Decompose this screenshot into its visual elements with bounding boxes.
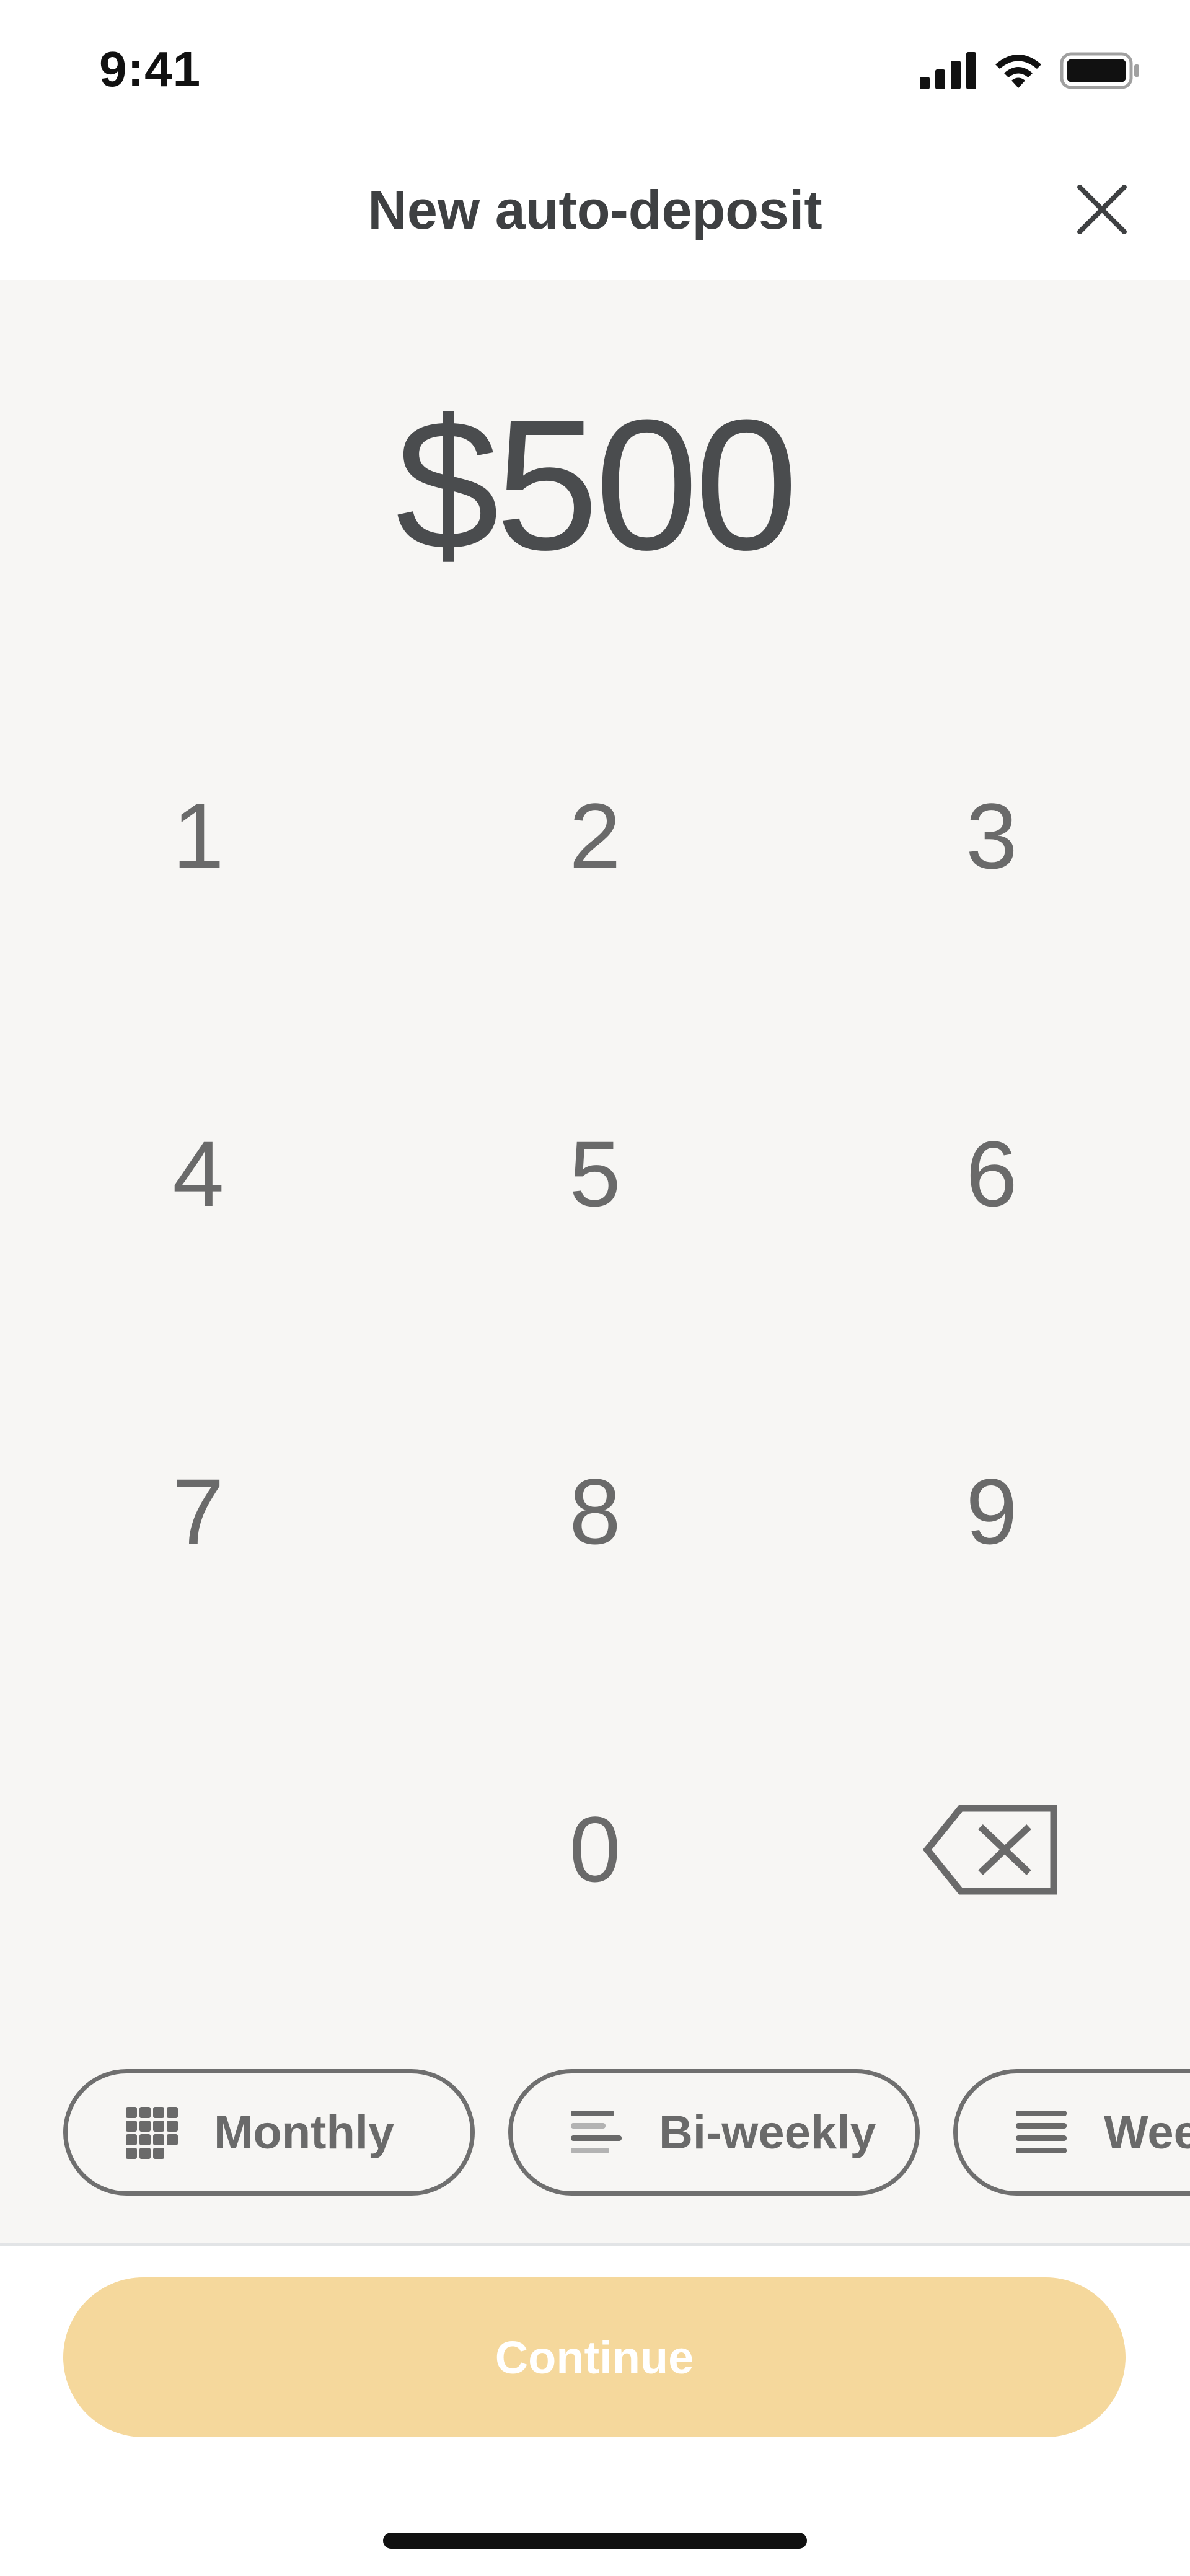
status-time: 9:41: [99, 42, 201, 97]
backspace-button[interactable]: [793, 1681, 1190, 2018]
key-4[interactable]: 4: [0, 1005, 397, 1343]
page-title: New auto-deposit: [368, 179, 822, 240]
chip-label: Bi-weekly: [659, 2106, 876, 2159]
key-5[interactable]: 5: [397, 1005, 793, 1343]
key-3[interactable]: 3: [793, 667, 1190, 1005]
key-7[interactable]: 7: [0, 1343, 397, 1681]
key-9[interactable]: 9: [793, 1343, 1190, 1681]
key-6[interactable]: 6: [793, 1005, 1190, 1343]
close-icon: [1077, 185, 1127, 234]
chip-weekly[interactable]: Weekly: [953, 2069, 1190, 2196]
chip-label: Monthly: [214, 2106, 395, 2159]
key-1[interactable]: 1: [0, 667, 397, 1005]
status-icons: [920, 52, 1140, 89]
close-button[interactable]: [1071, 178, 1133, 240]
amount-display: $500: [395, 380, 798, 589]
list-icon: [1016, 2111, 1067, 2153]
header: New auto-deposit: [0, 143, 1190, 280]
chip-label: Weekly: [1104, 2106, 1190, 2159]
grid-icon: [126, 2107, 178, 2159]
key-8[interactable]: 8: [397, 1343, 793, 1681]
wifi-icon: [995, 55, 1041, 88]
lines-icon: [571, 2111, 622, 2153]
chip-bi-weekly[interactable]: Bi-weekly: [508, 2069, 920, 2196]
backspace-icon: [923, 1805, 1057, 1894]
keypad-panel: $500 1 2 3 4 5 6 7 8 9 0 Monthly Bi-week…: [0, 280, 1190, 2244]
battery-icon: [1060, 52, 1139, 89]
home-indicator: [383, 2533, 807, 2549]
key-2[interactable]: 2: [397, 667, 793, 1005]
chip-monthly[interactable]: Monthly: [63, 2069, 475, 2196]
status-bar: 9:41: [0, 0, 1190, 143]
frequency-chips: Monthly Bi-weekly Weekly: [0, 2069, 1190, 2199]
signal-icon: [920, 52, 976, 89]
continue-button[interactable]: Continue: [63, 2277, 1126, 2437]
divider: [0, 2243, 1190, 2246]
key-0[interactable]: 0: [397, 1681, 793, 2018]
